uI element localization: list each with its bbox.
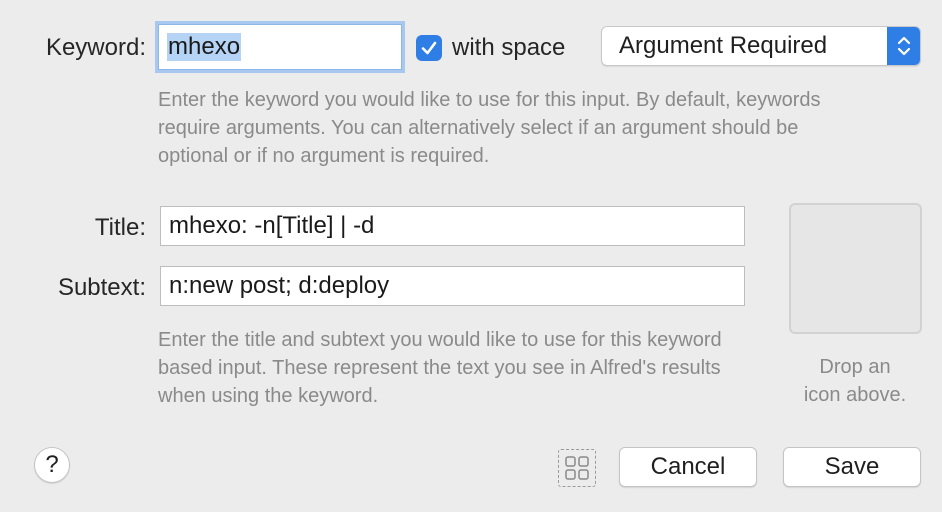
icon-drop-well[interactable] — [789, 203, 922, 334]
title-subtext-help-text: Enter the title and subtext you would li… — [158, 329, 722, 407]
title-input-value: mhexo: -n[Title] | -d — [169, 212, 375, 239]
subtext-input-value: n:new post; d:deploy — [169, 272, 390, 299]
argument-select[interactable]: Argument Required — [601, 26, 921, 66]
title-input[interactable]: mhexo: -n[Title] | -d — [160, 206, 745, 246]
argument-select-value: Argument Required — [619, 32, 828, 59]
with-space-label: with space — [452, 34, 566, 61]
cancel-button[interactable]: Cancel — [619, 447, 757, 487]
grid-icon[interactable] — [558, 449, 596, 487]
keyword-help-text: Enter the keyword you would like to use … — [158, 89, 821, 167]
up-down-chevron-icon — [887, 27, 920, 65]
help-button[interactable]: ? — [34, 447, 70, 483]
icon-drop-caption-line2: icon above. — [803, 384, 907, 406]
icon-drop-caption: Drop an icon above. — [780, 353, 930, 409]
keyword-label: Keyword: — [45, 34, 146, 61]
with-space-checkbox[interactable]: with space — [416, 34, 565, 62]
subtext-label: Subtext: — [57, 274, 146, 301]
cancel-button-label: Cancel — [650, 453, 726, 480]
subtext-input[interactable]: n:new post; d:deploy — [160, 266, 745, 306]
save-button[interactable]: Save — [783, 447, 921, 487]
keyword-input-value: mhexo — [167, 33, 242, 61]
icon-drop-caption-line1: Drop an — [819, 356, 891, 378]
help-button-label: ? — [45, 451, 59, 478]
checkmark-icon — [416, 35, 442, 61]
title-label: Title: — [94, 214, 146, 241]
save-button-label: Save — [824, 453, 880, 480]
keyword-input[interactable]: mhexo — [158, 24, 402, 70]
